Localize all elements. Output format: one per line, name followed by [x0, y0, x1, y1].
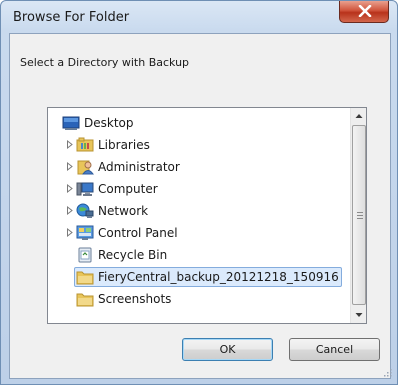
tree-item-label: Network	[98, 204, 149, 218]
tree-item-network[interactable]: Network	[48, 200, 350, 222]
expand-arrow-icon[interactable]	[66, 228, 74, 237]
user-icon	[77, 160, 94, 175]
scroll-up-arrow-icon[interactable]	[351, 108, 367, 124]
tree-item-label: Computer	[98, 182, 158, 196]
tree-item-libraries[interactable]: Libraries	[48, 134, 350, 156]
tree-item-screenshots[interactable]: Screenshots	[48, 288, 350, 310]
expand-arrow-icon[interactable]	[66, 206, 74, 215]
browse-for-folder-dialog: Browse For Folder Select a Directory wit…	[0, 0, 398, 385]
folder-icon	[76, 293, 94, 307]
tree-item-computer[interactable]: Computer	[48, 178, 350, 200]
tree-item-label: Screenshots	[98, 292, 172, 306]
network-icon	[76, 203, 94, 218]
tree-item-label: Administrator	[98, 160, 180, 174]
expand-arrow-icon[interactable]	[66, 140, 74, 149]
ok-button[interactable]: OK	[182, 338, 273, 361]
thumb-grip-line	[357, 218, 363, 219]
title-bar[interactable]: Browse For Folder	[1, 1, 399, 33]
thumb-grip-line	[357, 212, 363, 213]
recycle-bin-icon	[78, 247, 92, 263]
window-title: Browse For Folder	[13, 10, 130, 25]
close-button[interactable]	[339, 1, 389, 23]
folder-tree[interactable]: Desktop Libraries Administrator Computer…	[47, 107, 367, 324]
tree-item-label: Recycle Bin	[98, 248, 168, 262]
resize-grip-icon[interactable]	[384, 369, 392, 377]
dialog-body: Select a Directory with Backup Desktop L…	[9, 33, 392, 379]
tree-item-label: FieryCentral_backup_20121218_150916	[98, 270, 339, 284]
tree-item-control-panel[interactable]: Control Panel	[48, 222, 350, 244]
expand-arrow-icon[interactable]	[66, 184, 74, 193]
tree-item-administrator[interactable]: Administrator	[48, 156, 350, 178]
close-icon	[358, 5, 372, 17]
thumb-grip-line	[357, 215, 363, 216]
vertical-scrollbar[interactable]	[350, 108, 367, 323]
scroll-down-arrow-icon[interactable]	[351, 307, 367, 323]
scrollbar-thumb[interactable]	[352, 125, 366, 305]
cancel-button[interactable]: Cancel	[289, 338, 380, 361]
tree-item-label: Control Panel	[98, 226, 178, 240]
tree-item-desktop[interactable]: Desktop	[48, 112, 350, 134]
tree-item-fierycentral-backup[interactable]: FieryCentral_backup_20121218_150916	[48, 266, 350, 288]
folder-icon	[76, 271, 94, 285]
control-panel-icon	[76, 225, 94, 240]
tree-item-recycle-bin[interactable]: Recycle Bin	[48, 244, 350, 266]
libraries-icon	[76, 137, 94, 152]
computer-icon	[76, 182, 94, 196]
desktop-icon	[62, 116, 80, 130]
dialog-description: Select a Directory with Backup	[20, 56, 190, 69]
tree-item-label: Libraries	[98, 138, 150, 152]
tree-item-label: Desktop	[84, 116, 134, 130]
expand-arrow-icon[interactable]	[66, 162, 74, 171]
